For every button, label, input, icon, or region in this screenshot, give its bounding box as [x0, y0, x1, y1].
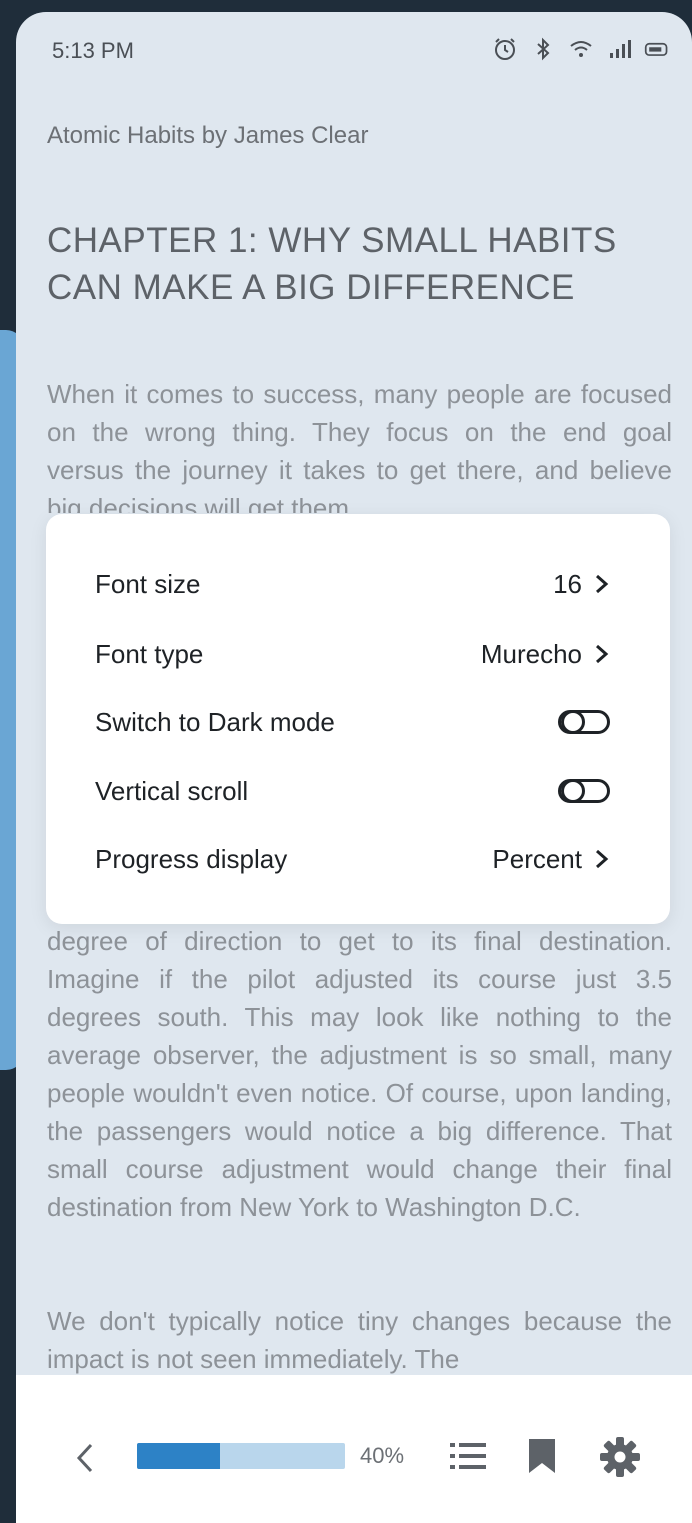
dark-mode-setting: Switch to Dark mode: [95, 702, 610, 742]
font-type-value-group: Murecho: [481, 639, 610, 670]
reader-bottom-bar: 40%: [16, 1375, 692, 1523]
vertical-scroll-toggle[interactable]: [558, 779, 610, 803]
font-type-setting[interactable]: Font type Murecho: [95, 634, 610, 674]
font-size-setting[interactable]: Font size 16: [95, 564, 610, 604]
progress-percent-text: 40%: [360, 1443, 405, 1468]
signal-icon: [610, 40, 631, 58]
bluetooth-icon: [537, 37, 550, 61]
toggle-knob: [561, 779, 585, 803]
book-title: Atomic Habits by James Clear: [47, 122, 369, 149]
reading-settings-panel: Font size 16 Font type Murecho Switch to…: [46, 514, 670, 924]
chapter-title: CHAPTER 1: WHY SMALL HABITS CAN MAKE A B…: [47, 221, 617, 307]
toggle-knob: [561, 710, 585, 734]
progress-fill: [137, 1443, 221, 1469]
status-bar: 5:13 PM: [16, 12, 692, 92]
paragraph: degree of direction to get to its final …: [47, 926, 672, 1222]
vertical-scroll-label: Vertical scroll: [95, 775, 249, 806]
reading-progress-bar[interactable]: [137, 1443, 345, 1469]
back-icon[interactable]: [74, 1441, 96, 1475]
phone-screen: 5:13 PM Atomic Habits by James Clear CHA…: [16, 12, 692, 1523]
wifi-icon: [570, 41, 592, 57]
progress-display-setting[interactable]: Progress display Percent: [95, 839, 610, 879]
font-size-value-group: 16: [553, 569, 610, 600]
status-icons: [492, 36, 670, 62]
gear-icon[interactable]: [599, 1436, 641, 1478]
font-type-value: Murecho: [480, 638, 582, 669]
dark-mode-label: Switch to Dark mode: [95, 706, 335, 737]
progress-display-label: Progress display: [95, 843, 288, 874]
dark-mode-toggle[interactable]: [558, 710, 610, 734]
progress-display-value: Percent: [492, 843, 582, 874]
chevron-right-icon: [596, 644, 609, 664]
chevron-right-icon: [596, 574, 609, 594]
progress-display-value-group: Percent: [492, 844, 610, 875]
paragraph: When it comes to success, many people ar…: [47, 379, 672, 513]
alarm-icon: [495, 38, 515, 60]
status-time: 5:13 PM: [52, 38, 134, 63]
battery-icon: [644, 42, 668, 56]
vertical-scroll-setting: Vertical scroll: [95, 771, 610, 811]
font-type-label: Font type: [95, 638, 204, 669]
bookmark-icon[interactable]: [527, 1437, 557, 1475]
font-size-value: 16: [553, 568, 582, 599]
chevron-right-icon: [596, 849, 609, 869]
font-size-label: Font size: [95, 568, 201, 599]
table-of-contents-icon[interactable]: [448, 1439, 488, 1473]
paragraph: We don't typically notice tiny changes b…: [47, 1306, 672, 1374]
